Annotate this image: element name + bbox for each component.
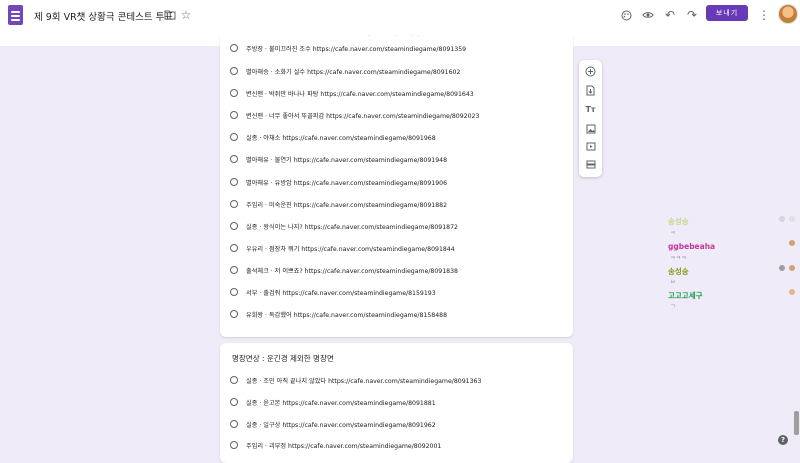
chat-badge-icon (779, 265, 785, 271)
chat-message: ㅋ (670, 230, 676, 237)
radio-button[interactable] (230, 133, 238, 141)
radio-button[interactable] (230, 67, 238, 75)
radio-button[interactable] (230, 155, 238, 163)
list-item[interactable]: 변신맨 · 박쥐만 바나나 파탕 https://cafe.naver.com/… (230, 87, 474, 99)
section-icon[interactable] (584, 158, 597, 171)
radio-button[interactable] (230, 44, 238, 52)
palette-icon[interactable] (618, 7, 634, 23)
chat-username: 송성송 (668, 217, 689, 226)
list-item[interactable]: 실종 · 조민 아직 끝나지 않았다 https://cafe.naver.co… (230, 374, 481, 386)
more-options-icon[interactable]: ⋮ (756, 7, 772, 23)
chat-badge-icon (789, 265, 795, 271)
radio-button[interactable] (230, 178, 238, 186)
chat-username: 송성송 (668, 267, 689, 276)
chat-username: 고고고세구 (668, 291, 703, 300)
list-item[interactable]: 변신맨 · 너무 좋아서 뚜꼴피감 https://cafe.naver.com… (230, 109, 479, 121)
radio-button[interactable] (230, 441, 238, 449)
radio-button[interactable] (230, 288, 238, 296)
chat-message: ㅂ (670, 279, 676, 286)
list-item[interactable]: 출석체크 · 저 이쁘죠? https://cafe.naver.com/ste… (230, 264, 458, 276)
radio-button[interactable] (230, 222, 238, 230)
video-icon[interactable] (584, 140, 597, 153)
list-item[interactable]: 실종 · 일구상 https://cafe.naver.com/steamind… (230, 418, 436, 430)
radio-button[interactable] (230, 244, 238, 252)
chat-badge-icon (789, 289, 795, 295)
title-text-icon[interactable]: Tт (584, 103, 597, 116)
list-item[interactable]: 우유리 · 점장차 뭐기 https://cafe.naver.com/stea… (230, 242, 455, 254)
forms-logo-icon[interactable] (8, 5, 23, 25)
question-card: 주방장 · 불미끄러진 조수 https://cafe.naver.com/st… (220, 36, 573, 337)
radio-button[interactable] (230, 310, 238, 318)
chat-message: ㄱ (670, 303, 676, 310)
import-questions-icon[interactable] (584, 84, 597, 97)
list-item[interactable]: 실종 · 윤고본 https://cafe.naver.com/steamind… (230, 396, 436, 408)
star-icon[interactable]: ☆ (178, 7, 194, 23)
radio-button[interactable] (230, 111, 238, 119)
list-item[interactable]: 서부 · 출검줘 https://cafe.naver.com/steamind… (230, 286, 436, 298)
list-item[interactable]: 별아해승 · 소화기 실수 https://cafe.naver.com/ste… (230, 65, 460, 77)
list-item[interactable]: 별아해유 · 유방암 https://cafe.naver.com/steami… (230, 176, 447, 188)
chat-badge-icon (789, 240, 795, 246)
chat-message: ㅋㅋㅋ (670, 255, 687, 262)
list-item[interactable]: 별아해유 · 불연기 https://cafe.naver.com/steami… (230, 153, 447, 165)
add-question-icon[interactable] (584, 65, 597, 78)
list-item[interactable]: 주방장 · 불미끄러진 조수 https://cafe.naver.com/st… (230, 42, 466, 54)
chat-username: ggbebeaha (668, 242, 716, 251)
undo-icon[interactable]: ↶ (662, 7, 678, 23)
folder-icon[interactable] (162, 7, 178, 23)
list-item[interactable]: 실종 · 야채소 https://cafe.naver.com/steamind… (230, 131, 436, 143)
preview-eye-icon[interactable] (640, 7, 656, 23)
radio-button[interactable] (230, 89, 238, 97)
chat-badge-icon (779, 216, 785, 222)
scrollbar[interactable] (794, 411, 799, 435)
radio-button[interactable] (230, 266, 238, 274)
chat-badge-icon (789, 216, 795, 222)
list-item[interactable]: 주임리 · 미숙운진 https://cafe.naver.com/steami… (230, 198, 447, 210)
form-title[interactable]: 제 9회 VR챗 상황극 콘테스트 투표 (34, 9, 173, 23)
list-item[interactable]: 유희왕 · 독감했어 https://cafe.naver.com/steami… (230, 308, 447, 320)
send-button[interactable]: 보내기 (706, 5, 748, 21)
avatar[interactable] (778, 4, 798, 24)
list-item[interactable]: 실종 · 왕식이는 나지? https://cafe.naver.com/ste… (230, 220, 458, 232)
radio-button[interactable] (230, 420, 238, 428)
question-card: 명장면상 : 운긴경 제외한 명장면 실종 · 조민 아직 끝나지 않았다 ht… (220, 343, 573, 463)
radio-button[interactable] (230, 398, 238, 406)
image-icon[interactable] (584, 122, 597, 135)
radio-button[interactable] (230, 376, 238, 384)
side-toolbar: Tт (579, 60, 602, 177)
help-icon[interactable]: ? (778, 435, 788, 445)
question-title[interactable]: 명장면상 : 운긴경 제외한 명장면 (232, 353, 334, 364)
radio-button[interactable] (230, 200, 238, 208)
redo-icon[interactable]: ↷ (684, 7, 700, 23)
list-item[interactable]: 주임리 · 괴부정 https://cafe.naver.com/steamin… (230, 439, 441, 451)
